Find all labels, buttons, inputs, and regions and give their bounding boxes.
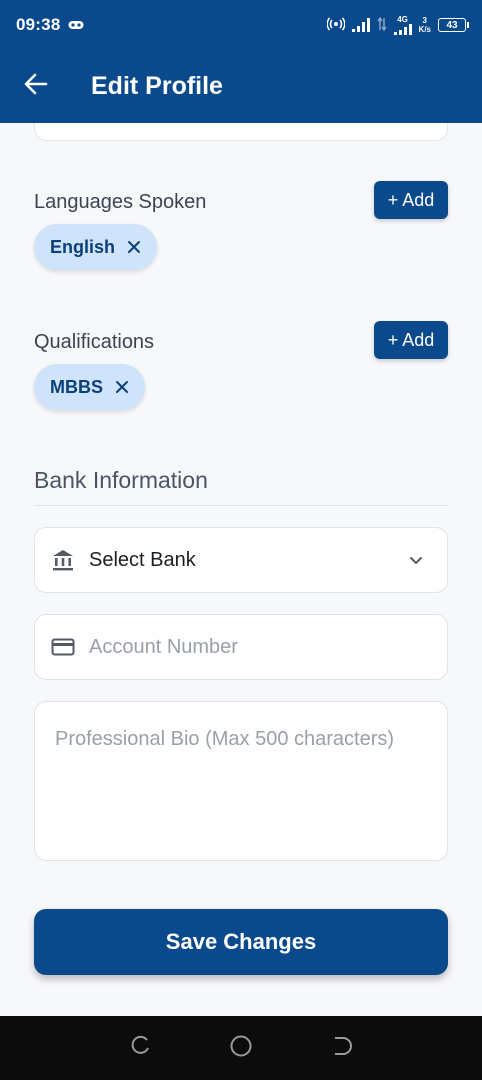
chip-label: MBBS (50, 376, 103, 397)
account-number-field[interactable]: Account Number (34, 614, 448, 680)
bank-icon (51, 548, 75, 572)
qualification-chip: MBBS (34, 364, 145, 410)
close-icon[interactable] (127, 240, 141, 254)
hotspot-icon (326, 17, 346, 34)
form-content[interactable]: Languages Spoken + Add English Qualifica… (0, 123, 482, 1016)
add-qualification-button[interactable]: + Add (374, 321, 448, 359)
status-icons: 4G 3 K/s 43 (326, 14, 469, 35)
previous-field[interactable] (34, 123, 448, 141)
home-circle-icon (229, 1034, 253, 1063)
language-chip: English (34, 224, 158, 270)
signal-strength-icon-2 (393, 23, 412, 35)
recent-apps-icon (129, 1035, 151, 1062)
credit-card-icon (51, 637, 75, 657)
data-speed-value: 3 (422, 16, 427, 25)
bio-placeholder: Professional Bio (Max 500 characters) (55, 728, 395, 750)
account-number-placeholder: Account Number (89, 635, 238, 658)
status-time: 09:38 (16, 15, 61, 34)
chip-label: English (50, 236, 116, 257)
select-bank-value: Select Bank (89, 548, 196, 571)
professional-bio-textarea[interactable]: Professional Bio (Max 500 characters) (34, 701, 448, 861)
app-bar: Edit Profile (0, 50, 482, 123)
chevron-down-icon (409, 556, 423, 565)
save-changes-button[interactable]: Save Changes (34, 909, 448, 975)
battery-icon: 43 (438, 18, 469, 32)
network-type-label: 4G (397, 14, 408, 24)
select-bank-dropdown[interactable]: Select Bank (34, 527, 448, 593)
recent-apps-button[interactable] (120, 1028, 160, 1068)
back-button[interactable] (0, 50, 70, 123)
data-speed-unit: K/s (418, 25, 431, 34)
signal-strength-icon (351, 18, 370, 32)
bank-information-title: Bank Information (34, 467, 208, 493)
game-controller-icon (68, 20, 84, 30)
data-transfer-icon (376, 16, 387, 34)
back-nav-icon (331, 1035, 353, 1062)
qualifications-label: Qualifications (34, 331, 155, 353)
home-button[interactable] (221, 1028, 261, 1068)
system-navigation-bar (0, 1016, 482, 1080)
add-language-button[interactable]: + Add (374, 181, 448, 219)
close-icon[interactable] (115, 380, 129, 394)
arrow-left-icon (24, 73, 48, 100)
divider (34, 505, 448, 506)
languages-label: Languages Spoken (34, 191, 207, 213)
status-bar: 09:38 4G 3 K/s 43 (0, 0, 482, 50)
battery-level: 43 (446, 19, 458, 31)
page-title: Edit Profile (91, 72, 223, 100)
back-nav-button[interactable] (322, 1028, 362, 1068)
